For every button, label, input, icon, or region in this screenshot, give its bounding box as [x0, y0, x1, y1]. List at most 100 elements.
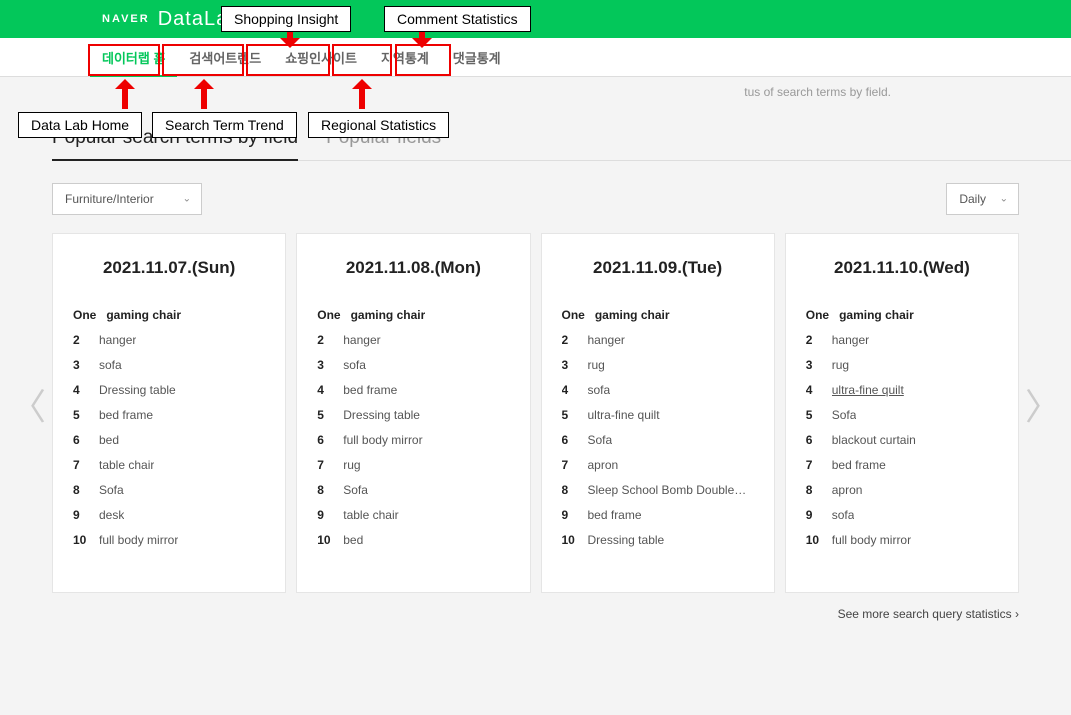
annotation-regional-stats: Regional Statistics	[308, 112, 449, 138]
rank-number: 8	[317, 483, 333, 497]
rank-row[interactable]: 9table chair	[317, 508, 509, 522]
rank-row[interactable]: 10 bed	[317, 533, 509, 547]
rank-number: 3	[317, 358, 333, 372]
see-more-link[interactable]: See more search query statistics ›	[0, 607, 1019, 621]
rank-row[interactable]: 3 sofa	[317, 358, 509, 372]
annotation-shopping-insight: Shopping Insight	[221, 6, 351, 32]
rank-row[interactable]: 3sofa	[73, 358, 265, 372]
rank-term: sofa	[343, 358, 366, 372]
rank-row[interactable]: 5ultra-fine quilt	[562, 408, 754, 422]
rank-number: 2	[562, 333, 578, 347]
rank-term: Sofa	[832, 408, 857, 422]
nav-comment-stats[interactable]: 댓글통계	[441, 38, 513, 76]
rank-row[interactable]: 4Dressing table	[73, 383, 265, 397]
rank-number: 9	[562, 508, 578, 522]
rank-row[interactable]: 7 bed frame	[806, 458, 998, 472]
rank-row[interactable]: 9sofa	[806, 508, 998, 522]
nav-datalab-home[interactable]: 데이터랩 홈	[90, 38, 177, 76]
ranking-card: 2021.11.07.(Sun) Onegaming chair 2hanger 3s…	[52, 233, 286, 593]
rank-term: rug	[832, 358, 849, 372]
rank-row[interactable]: 3rug	[562, 358, 754, 372]
rank-row[interactable]: 8Sleep School Bomb Double…	[562, 483, 754, 497]
nav-shopping-insight[interactable]: 쇼핑인사이트	[273, 38, 369, 76]
period-select-value: Daily	[959, 192, 986, 206]
cards-carousel: 〈 〉 2021.11.07.(Sun)Onegaming chair2hang…	[0, 233, 1071, 593]
rank-row[interactable]: 6Sofa	[562, 433, 754, 447]
rank-number: One	[317, 308, 340, 322]
rank-row[interactable]: 2hanger	[73, 333, 265, 347]
rank-term: bed	[343, 533, 363, 547]
rank-row[interactable]: 10Dressing table	[562, 533, 754, 547]
rank-number: 2	[73, 333, 89, 347]
category-select[interactable]: Furniture/Interior ⌄	[52, 183, 202, 215]
annotation-search-trend: Search Term Trend	[152, 112, 297, 138]
rank-number: 10	[562, 533, 578, 547]
rank-row[interactable]: 5bed frame	[73, 408, 265, 422]
rank-row[interactable]: 4bed frame	[317, 383, 509, 397]
period-select[interactable]: Daily ⌄	[946, 183, 1019, 215]
carousel-next-button[interactable]: 〉	[1025, 378, 1061, 430]
rank-number: 8	[806, 483, 822, 497]
ranking-card: 2021.11.08.(Mon) One gaming chair 2hanger 3s…	[296, 233, 530, 593]
rank-term: gaming chair	[595, 308, 670, 322]
rank-row[interactable]: 2hanger	[562, 333, 754, 347]
rank-number: 9	[73, 508, 89, 522]
rank-term: gaming chair	[351, 308, 426, 322]
rank-row[interactable]: 7table chair	[73, 458, 265, 472]
rank-term: rug	[588, 358, 605, 372]
rank-number: 7	[73, 458, 89, 472]
rank-number: 3	[806, 358, 822, 372]
rank-row[interactable]: 4sofa	[562, 383, 754, 397]
rank-row[interactable]: 4ultra-fine quilt	[806, 383, 998, 397]
rank-row[interactable]: One gaming chair	[317, 308, 509, 322]
rank-row[interactable]: 8Sofa	[73, 483, 265, 497]
rank-term: bed frame	[832, 458, 886, 472]
rank-term: bed frame	[343, 383, 397, 397]
rank-number: 8	[562, 483, 578, 497]
rank-row[interactable]: 10full body mirror	[73, 533, 265, 547]
rank-number: 6	[562, 433, 578, 447]
card-date: 2021.11.07.(Sun)	[73, 258, 265, 278]
rank-row[interactable]: 3 rug	[806, 358, 998, 372]
rank-row[interactable]: 7 apron	[562, 458, 754, 472]
rank-term: full body mirror	[832, 533, 911, 547]
nav-regional-stats[interactable]: 지역통계	[369, 38, 441, 76]
card-date: 2021.11.08.(Mon)	[317, 258, 509, 278]
rank-number: 2	[317, 333, 333, 347]
rank-row[interactable]: Onegaming chair	[806, 308, 998, 322]
annotation-datalab-home: Data Lab Home	[18, 112, 142, 138]
rank-row[interactable]: 6 blackout curtain	[806, 433, 998, 447]
card-date: 2021.11.09.(Tue)	[562, 258, 754, 278]
rank-row[interactable]: Onegaming chair	[562, 308, 754, 322]
chevron-down-icon: ⌄	[183, 194, 191, 205]
rank-row[interactable]: 6bed	[73, 433, 265, 447]
rank-row[interactable]: 8apron	[806, 483, 998, 497]
rank-row[interactable]: 6full body mirror	[317, 433, 509, 447]
rank-term: hanger	[832, 333, 869, 347]
rank-number: 4	[73, 383, 89, 397]
rank-row[interactable]: 7rug	[317, 458, 509, 472]
nav-search-trend[interactable]: 검색어트렌드	[177, 38, 273, 76]
rank-row[interactable]: 5Sofa	[806, 408, 998, 422]
rank-row[interactable]: 2hanger	[806, 333, 998, 347]
rank-term: apron	[588, 458, 619, 472]
rank-row[interactable]: 9bed frame	[562, 508, 754, 522]
rank-row[interactable]: 8Sofa	[317, 483, 509, 497]
carousel-prev-button[interactable]: 〈	[10, 378, 46, 430]
rank-number: 10	[806, 533, 822, 547]
rank-number: 5	[562, 408, 578, 422]
rank-row[interactable]: Onegaming chair	[73, 308, 265, 322]
rank-number: 10	[317, 533, 333, 547]
rank-term: bed frame	[99, 408, 153, 422]
rank-row[interactable]: 10 full body mirror	[806, 533, 998, 547]
rank-number: 7	[562, 458, 578, 472]
rank-number: 6	[806, 433, 822, 447]
rank-term: blackout curtain	[832, 433, 916, 447]
rank-row[interactable]: 2hanger	[317, 333, 509, 347]
rank-row[interactable]: 9desk	[73, 508, 265, 522]
rank-term: sofa	[588, 383, 611, 397]
rank-term: table chair	[343, 508, 398, 522]
rank-row[interactable]: 5Dressing table	[317, 408, 509, 422]
header-bar: NAVER DataLab.	[0, 0, 1071, 38]
rank-number: 7	[806, 458, 822, 472]
